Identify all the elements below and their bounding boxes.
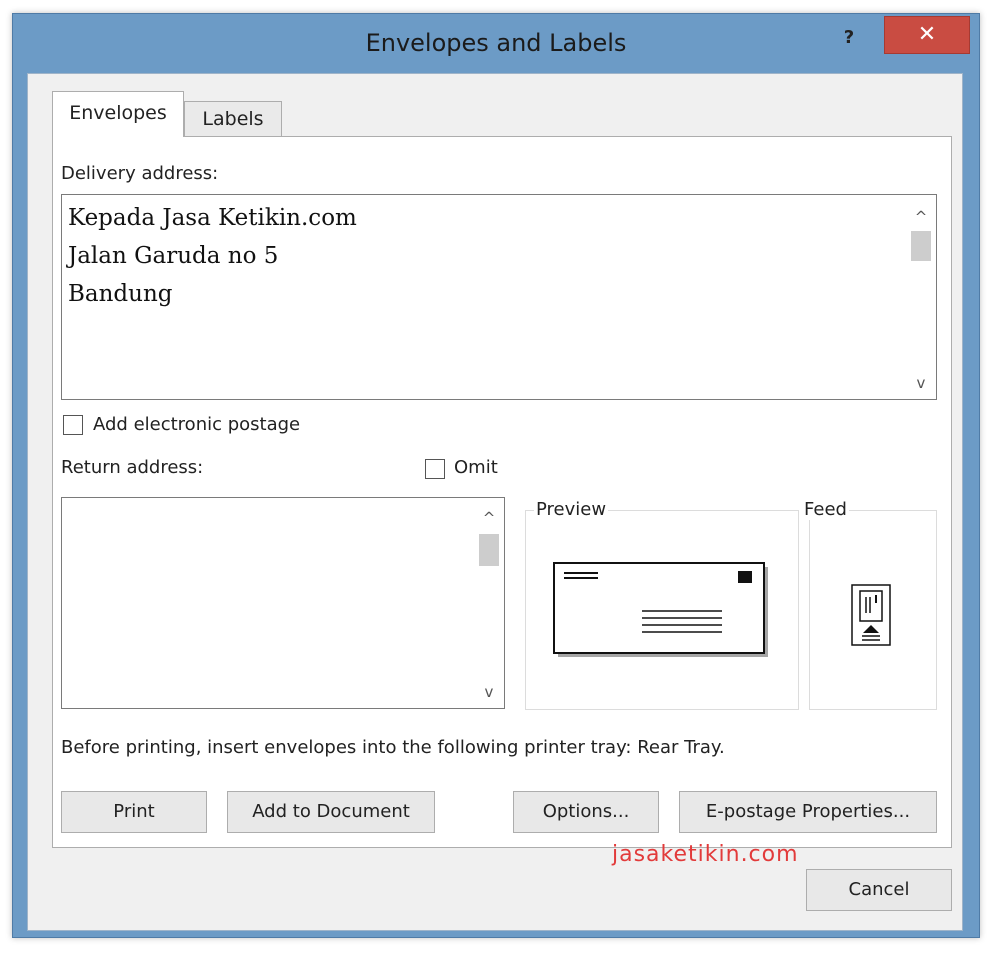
envelope-preview-icon [553, 562, 768, 657]
scroll-thumb[interactable] [911, 231, 931, 261]
delivery-address-line: Jalan Garuda no 5 [68, 243, 279, 269]
delivery-address-line: Bandung [68, 281, 173, 307]
omit-label: Omit [454, 457, 498, 478]
close-button[interactable]: ✕ [884, 16, 970, 54]
tab-envelopes-label: Envelopes [69, 102, 167, 124]
scroll-down-icon[interactable]: v [906, 369, 936, 397]
tab-labels-label: Labels [202, 108, 264, 130]
watermark-text: jasaketikin.com [612, 842, 799, 867]
e-postage-properties-button[interactable]: E-postage Properties... [679, 791, 937, 833]
scroll-up-icon[interactable]: ^ [906, 203, 936, 231]
delivery-scrollbar[interactable]: ^ v [906, 195, 936, 399]
envelopes-tab-panel: Delivery address: Kepada Jasa Ketikin.co… [52, 136, 952, 848]
delivery-address-line: Kepada Jasa Ketikin.com [68, 205, 357, 231]
tab-envelopes[interactable]: Envelopes [52, 91, 184, 137]
preview-label: Preview [534, 499, 609, 520]
print-button[interactable]: Print [61, 791, 207, 833]
scroll-up-icon[interactable]: ^ [474, 504, 504, 532]
tab-labels[interactable]: Labels [184, 101, 282, 137]
scroll-thumb[interactable] [479, 534, 499, 566]
delivery-address-input[interactable]: Kepada Jasa Ketikin.com Jalan Garuda no … [61, 194, 937, 400]
printer-tray-note: Before printing, insert envelopes into t… [61, 737, 725, 758]
title-bar[interactable]: Envelopes and Labels ? ✕ [13, 14, 979, 76]
cancel-button[interactable]: Cancel [806, 869, 952, 911]
return-address-label: Return address: [61, 457, 204, 478]
add-to-document-button[interactable]: Add to Document [227, 791, 435, 833]
feed-tray-icon [851, 584, 891, 646]
feed-group[interactable]: Feed [802, 499, 937, 710]
return-address-input[interactable]: ^ v [61, 497, 505, 709]
scroll-down-icon[interactable]: v [474, 678, 504, 706]
dialog-body: Envelopes Labels Delivery address: Kepad… [27, 73, 963, 931]
help-button[interactable]: ? [839, 26, 859, 50]
add-electronic-postage-label: Add electronic postage [93, 414, 301, 435]
return-scrollbar[interactable]: ^ v [474, 498, 504, 708]
delivery-address-label: Delivery address: [61, 163, 219, 184]
options-button[interactable]: Options... [513, 791, 659, 833]
dialog-title: Envelopes and Labels [365, 29, 627, 57]
close-icon: ✕ [917, 22, 937, 47]
add-electronic-postage-checkbox[interactable] [63, 415, 83, 435]
omit-checkbox[interactable] [425, 459, 445, 479]
feed-label: Feed [802, 499, 849, 520]
preview-group[interactable]: Preview [525, 499, 799, 710]
